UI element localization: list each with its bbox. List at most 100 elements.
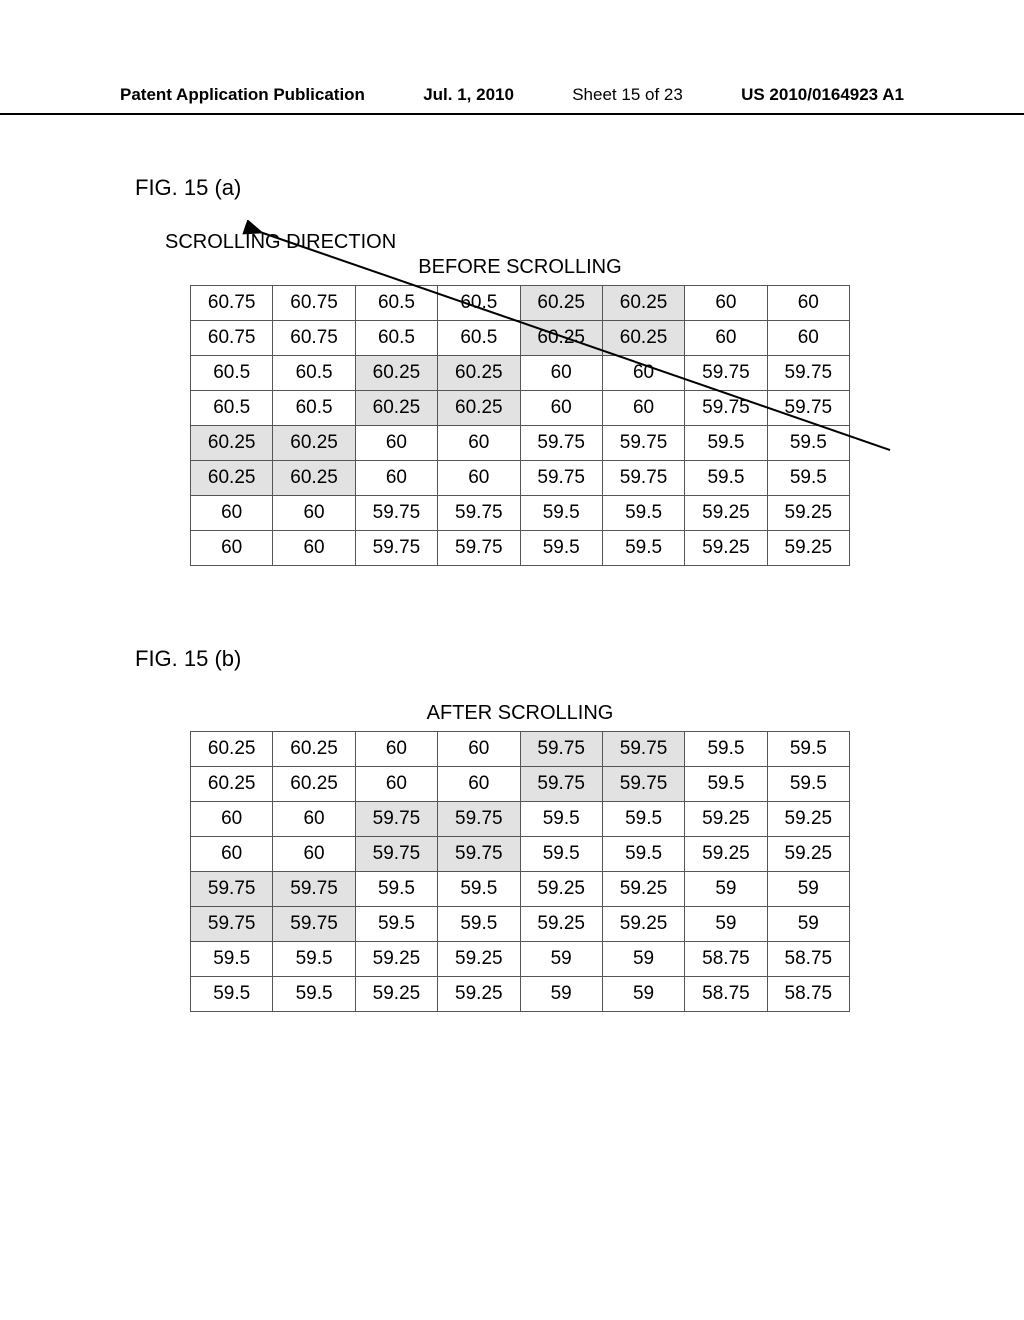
table-row: 59.7559.7559.559.559.2559.255959: [191, 872, 850, 907]
table-cell: 59.75: [355, 531, 437, 566]
table-row: 60.2560.25606059.7559.7559.559.5: [191, 426, 850, 461]
table-cell: 59.75: [520, 426, 602, 461]
table-cell: 59.25: [767, 802, 849, 837]
publication-date: Jul. 1, 2010: [423, 85, 514, 105]
table-cell: 60.25: [191, 461, 273, 496]
table-cell: 59.5: [191, 942, 273, 977]
table-cell: 60.25: [355, 391, 437, 426]
table-cell: 60.5: [191, 356, 273, 391]
table-cell: 60.75: [273, 321, 355, 356]
page: Patent Application Publication Jul. 1, 2…: [0, 0, 1024, 1320]
table-a-wrap: BEFORE SCROLLING 60.7560.7560.560.560.25…: [190, 256, 850, 566]
table-cell: 59.75: [602, 732, 684, 767]
table-cell: 60.25: [191, 732, 273, 767]
table-cell: 59.25: [602, 907, 684, 942]
table-cell: 59.5: [191, 977, 273, 1012]
table-cell: 59.5: [273, 977, 355, 1012]
table-cell: 60: [767, 286, 849, 321]
table-cell: 59.75: [767, 356, 849, 391]
table-cell: 60: [191, 496, 273, 531]
table-cell: 60: [191, 802, 273, 837]
table-cell: 59: [520, 977, 602, 1012]
table-cell: 59.75: [767, 391, 849, 426]
table-cell: 60: [355, 767, 437, 802]
table-cell: 59.75: [273, 907, 355, 942]
table-row: 60.2560.25606059.7559.7559.559.5: [191, 767, 850, 802]
table-cell: 59.25: [520, 872, 602, 907]
table-cell: 60.25: [191, 426, 273, 461]
table-row: 606059.7559.7559.559.559.2559.25: [191, 531, 850, 566]
table-cell: 60.25: [438, 391, 520, 426]
table-cell: 60.25: [273, 732, 355, 767]
table-cell: 60.25: [273, 461, 355, 496]
table-cell: 60: [273, 837, 355, 872]
table-cell: 60.75: [191, 286, 273, 321]
table-cell: 60.75: [273, 286, 355, 321]
table-cell: 58.75: [685, 977, 767, 1012]
table-cell: 59.25: [438, 942, 520, 977]
table-b-wrap: 60.2560.25606059.7559.7559.559.560.2560.…: [190, 731, 850, 1012]
table-row: 60.7560.7560.560.560.2560.256060: [191, 321, 850, 356]
table-cell: 60.5: [273, 391, 355, 426]
table-cell: 59.75: [355, 496, 437, 531]
document-number: US 2010/0164923 A1: [741, 85, 904, 105]
table-cell: 60: [438, 461, 520, 496]
table-cell: 59.5: [602, 837, 684, 872]
table-cell: 59.5: [438, 872, 520, 907]
table-cell: 59.5: [767, 426, 849, 461]
table-before-scrolling: 60.7560.7560.560.560.2560.25606060.7560.…: [190, 285, 850, 566]
table-cell: 59: [767, 872, 849, 907]
table-cell: 60: [355, 426, 437, 461]
table-cell: 59: [602, 942, 684, 977]
table-cell: 59.75: [520, 461, 602, 496]
table-cell: 59.5: [685, 732, 767, 767]
table-row: 60.2560.25606059.7559.7559.559.5: [191, 461, 850, 496]
table-cell: 59.75: [438, 531, 520, 566]
table-cell: 59.75: [438, 496, 520, 531]
table-cell: 59.25: [685, 531, 767, 566]
table-cell: 60: [191, 837, 273, 872]
page-content: FIG. 15 (a) SCROLLING DIRECTION BEFORE S…: [0, 115, 1024, 1012]
table-cell: 59.5: [602, 802, 684, 837]
table-cell: 60.5: [355, 321, 437, 356]
table-row: 60.560.560.2560.25606059.7559.75: [191, 391, 850, 426]
table-cell: 60: [520, 391, 602, 426]
table-cell: 59: [685, 907, 767, 942]
table-cell: 59.5: [767, 732, 849, 767]
sheet-number: Sheet 15 of 23: [572, 85, 683, 105]
table-cell: 59.25: [767, 496, 849, 531]
table-cell: 59: [685, 872, 767, 907]
table-cell: 59.25: [685, 802, 767, 837]
table-cell: 59.25: [438, 977, 520, 1012]
table-cell: 60.5: [438, 286, 520, 321]
table-cell: 59.5: [520, 496, 602, 531]
table-cell: 58.75: [767, 977, 849, 1012]
table-cell: 60: [767, 321, 849, 356]
table-cell: 60: [273, 496, 355, 531]
table-cell: 60: [685, 286, 767, 321]
table-cell: 60: [273, 802, 355, 837]
publication-label: Patent Application Publication: [120, 85, 365, 105]
table-cell: 60.25: [191, 767, 273, 802]
table-cell: 59.75: [273, 872, 355, 907]
table-cell: 59.5: [767, 461, 849, 496]
table-cell: 59.75: [602, 426, 684, 461]
table-row: 59.7559.7559.559.559.2559.255959: [191, 907, 850, 942]
figure-label-a: FIG. 15 (a): [135, 175, 1024, 201]
table-b-caption: AFTER SCROLLING: [190, 702, 850, 725]
table-row: 59.559.559.2559.25595958.7558.75: [191, 942, 850, 977]
table-cell: 60.5: [273, 356, 355, 391]
table-cell: 60: [273, 531, 355, 566]
table-cell: 59.5: [273, 942, 355, 977]
figure-label-b: FIG. 15 (b): [135, 646, 1024, 672]
table-cell: 59.75: [685, 356, 767, 391]
table-row: 60.560.560.2560.25606059.7559.75: [191, 356, 850, 391]
table-cell: 58.75: [767, 942, 849, 977]
table-cell: 59.25: [602, 872, 684, 907]
table-cell: 59.75: [191, 907, 273, 942]
table-cell: 60.25: [602, 321, 684, 356]
table-cell: 59.75: [685, 391, 767, 426]
table-cell: 59.75: [191, 872, 273, 907]
table-row: 606059.7559.7559.559.559.2559.25: [191, 496, 850, 531]
scrolling-direction-label: SCROLLING DIRECTION: [165, 231, 1024, 254]
